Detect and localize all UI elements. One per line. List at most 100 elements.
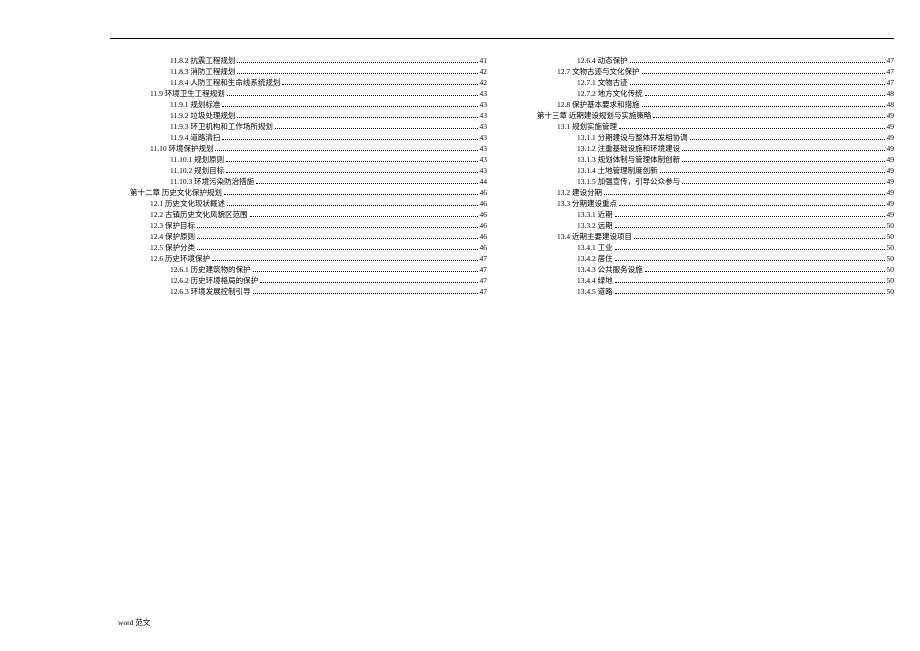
toc-leader-dots [215,150,477,151]
toc-leader-dots [227,95,478,96]
toc-entry-label: 13.1.5 加强宣传，引导公众参与 [577,176,680,187]
toc-leader-dots [660,172,885,173]
toc-entry-label: 13.2 建设分期 [557,187,602,198]
toc-entry: 12.6.4 动态保护47 [517,55,894,66]
toc-entry: 11.9.4 道路清扫43 [110,132,487,143]
toc-entry-label: 12.7.1 文物古迹 [577,77,628,88]
toc-entry-page: 43 [480,88,488,99]
toc-entry-label: 12.4 保护原则 [150,231,195,242]
toc-entry-page: 49 [887,143,895,154]
toc-leader-dots [197,227,478,228]
toc-entry-page: 47 [480,286,488,297]
toc-entry: 12.7.1 文物古迹47 [517,77,894,88]
toc-entry-page: 46 [480,198,488,209]
toc-entry: 12.8 保护基本要求和措施48 [517,99,894,110]
toc-entry-label: 第十三章 近期建设规划与实施策略 [537,110,651,121]
toc-entry-page: 47 [887,55,895,66]
toc-entry-page: 42 [480,77,488,88]
toc-entry-page: 50 [887,264,895,275]
toc-entry-label: 13.1.1 分期建设与整体开发相协调 [577,132,688,143]
toc-leader-dots [645,95,885,96]
toc-leader-dots [682,183,884,184]
toc-entry-label: 11.8.4 人防工程和生命线系统规划 [170,77,280,88]
toc-entry-page: 46 [480,220,488,231]
toc-entry-page: 49 [887,165,895,176]
toc-entry: 12.7 文物古迹与文化保护 47 [517,66,894,77]
toc-entry-page: 43 [480,110,488,121]
toc-column-right: 12.6.4 动态保护4712.7 文物古迹与文化保护4712.7.1 文物古迹… [517,55,894,297]
toc-entry: 12.7.2 地方文化传统48 [517,88,894,99]
toc-column-left: 11.8.2 抗震工程规划 41 11.8.3 消防工程规划 42 11.8.4 人防工… [110,55,487,297]
toc-leader-dots [197,238,478,239]
toc-entry-page: 49 [887,132,895,143]
toc-leader-dots [237,62,477,63]
toc-entry-label: 12.7 文物古迹与文化保护 [557,66,640,77]
toc-entry-page: 46 [480,242,488,253]
toc-leader-dots [222,139,477,140]
toc-leader-dots [256,183,477,184]
toc-entry-page: 42 [480,66,488,77]
toc-columns: 11.8.2 抗震工程规划 41 11.8.3 消防工程规划 42 11.8.4 人防工… [110,55,894,297]
toc-entry: 13.3.1 近期49 [517,209,894,220]
toc-entry-page: 47 [480,275,488,286]
toc-leader-dots [237,73,477,74]
toc-entry-label: 12.8 保护基本要求和措施 [557,99,640,110]
top-rule [110,38,894,39]
toc-entry: 11.10.1 规划原则43 [110,154,487,165]
toc-entry: 11.8.2 抗震工程规划 41 [110,55,487,66]
toc-leader-dots [212,260,478,261]
toc-leader-dots [282,84,477,85]
toc-entry-label: 11.9.2 垃圾处理规划 [170,110,235,121]
toc-entry-label: 13.3.2 远期 [577,220,613,231]
toc-entry: 13.1.2 注重基础设施和环境建设49 [517,143,894,154]
toc-entry-page: 44 [480,176,488,187]
toc-leader-dots [645,271,885,272]
toc-entry: 12.4 保护原则46 [110,231,487,242]
toc-entry-label: 13.1 规划实施管理 [557,121,617,132]
toc-entry-page: 43 [480,154,488,165]
toc-entry-label: 11.9 环境卫生工程规划 [150,88,225,99]
toc-entry-label: 12.6 历史环境保护 [150,253,210,264]
toc-entry-label: 11.8.2 抗震工程规划 [170,55,235,66]
toc-entry: 12.1 历史文化现状概述 46 [110,198,487,209]
toc-leader-dots [682,150,884,151]
toc-entry: 第十二章 历史文化保护规划46 [110,187,487,198]
toc-entry-page: 41 [480,55,488,66]
toc-entry: 11.9.2 垃圾处理规划 43 [110,110,487,121]
toc-entry-label: 13.4.3 公共服务设施 [577,264,643,275]
toc-entry-page: 43 [480,99,488,110]
toc-leader-dots [226,161,477,162]
toc-entry-page: 50 [887,242,895,253]
toc-leader-dots [615,216,885,217]
toc-entry-page: 47 [887,66,895,77]
toc-entry-page: 50 [887,231,895,242]
toc-entry-label: 11.9.3 环卫机构和工作场所规划 [170,121,273,132]
toc-leader-dots [642,106,885,107]
toc-entry-label: 12.1 历史文化现状概述 [150,198,225,209]
toc-leader-dots [619,205,885,206]
toc-entry-label: 13.4 近期主要建设项目 [557,231,632,242]
toc-entry-page: 49 [887,110,895,121]
toc-leader-dots [253,271,478,272]
toc-entry-label: 11.8.3 消防工程规划 [170,66,235,77]
toc-entry-page: 50 [887,286,895,297]
toc-entry: 13.1.1 分期建设与整体开发相协调 49 [517,132,894,143]
toc-leader-dots [250,216,478,217]
toc-entry-page: 49 [887,121,895,132]
toc-leader-dots [604,194,885,195]
toc-entry: 12.2 古镇历史文化风貌区范围46 [110,209,487,220]
toc-entry-page: 50 [887,220,895,231]
toc-entry-label: 12.5 保护分类 [150,242,195,253]
toc-leader-dots [227,205,478,206]
toc-entry: 13.4 近期主要建设项目 50 [517,231,894,242]
toc-entry-page: 43 [480,165,488,176]
toc-entry: 第十三章 近期建设规划与实施策略 49 [517,110,894,121]
toc-entry: 13.1 规划实施管理 49 [517,121,894,132]
toc-entry-label: 12.6.2 历史环境格局的保护 [170,275,258,286]
toc-entry-label: 13.4.4 绿地 [577,275,613,286]
toc-entry: 13.4.5 道路50 [517,286,894,297]
toc-entry-page: 47 [480,253,488,264]
toc-entry: 13.1.3 规划体制与管理体制创新49 [517,154,894,165]
toc-entry: 12.6 历史环境保护 47 [110,253,487,264]
toc-leader-dots [253,293,478,294]
